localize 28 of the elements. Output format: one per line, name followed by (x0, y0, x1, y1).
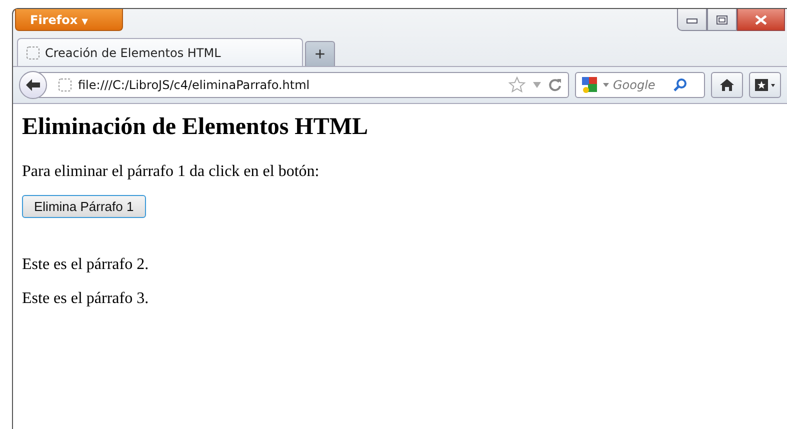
close-icon (754, 14, 768, 24)
home-icon (719, 78, 735, 92)
address-bar[interactable]: file:///C:/LibroJS/c4/eliminaParrafo.html (39, 72, 569, 98)
maximize-icon (716, 14, 728, 24)
browser-tab[interactable]: Creación de Elementos HTML (17, 38, 303, 66)
close-button[interactable] (737, 9, 785, 31)
minimize-icon (686, 16, 698, 24)
delete-paragraph-button[interactable]: Elimina Párrafo 1 (22, 195, 146, 218)
page-heading: Eliminación de Elementos HTML (22, 114, 370, 141)
back-arrow-icon (25, 78, 41, 92)
page-icon (26, 46, 40, 60)
search-bar[interactable]: Google (575, 72, 705, 98)
minimize-button[interactable] (677, 9, 707, 31)
maximize-button[interactable] (707, 9, 737, 31)
bookmarks-button[interactable] (749, 72, 781, 98)
page-icon (58, 78, 72, 92)
search-icon[interactable] (673, 78, 687, 92)
back-button[interactable] (19, 71, 47, 99)
paragraph-text: Este es el párrafo 3. (22, 290, 150, 308)
intro-text: Para eliminar el párrafo 1 da click en el botón: (22, 163, 320, 181)
bookmarks-icon (754, 78, 776, 92)
star-icon[interactable] (508, 76, 526, 94)
paragraph-text: Este es el párrafo 2. (22, 256, 150, 274)
dropdown-icon[interactable] (603, 83, 609, 87)
home-button[interactable] (711, 72, 743, 98)
search-engine-icon (581, 76, 599, 94)
reload-icon[interactable] (548, 78, 562, 92)
new-tab-button[interactable]: + (305, 41, 335, 66)
